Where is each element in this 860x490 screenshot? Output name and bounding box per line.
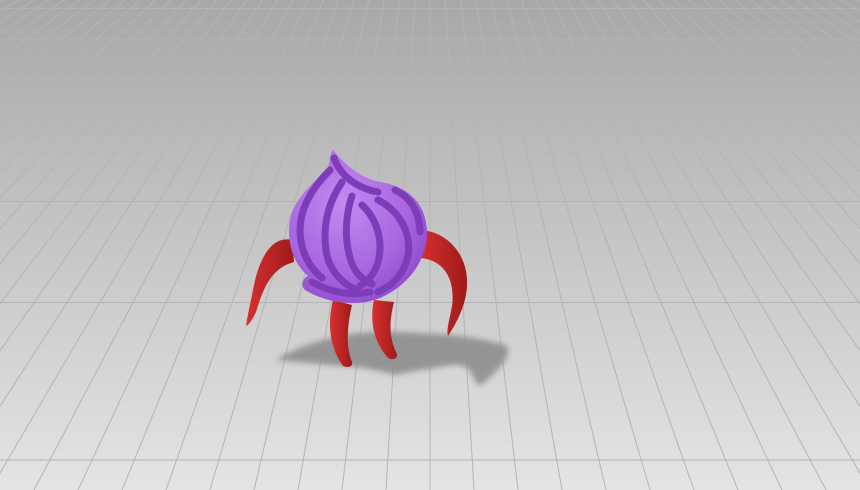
game-viewport[interactable] xyxy=(0,0,860,490)
3d-scene[interactable] xyxy=(0,0,860,490)
